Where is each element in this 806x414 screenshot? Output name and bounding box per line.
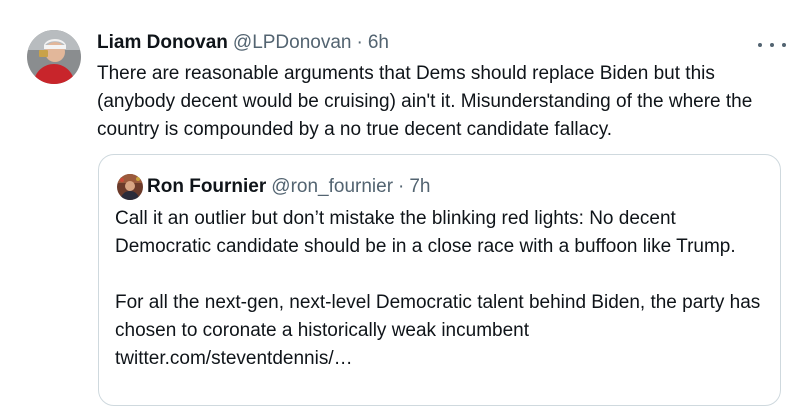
quoted-separator-dot: · [398,176,405,197]
quoted-author-name: Ron Fournier [147,176,267,197]
avatar-image [27,30,81,84]
tweet[interactable]: Liam Donovan @LPDonovan · 6h There are r… [0,0,806,414]
separator-dot: · [356,32,363,53]
tweet-text: There are reasonable arguments that Dems… [97,63,753,140]
quoted-paragraph-1: Call it an outlier but don’t mistake the… [115,208,736,257]
more-horizontal-icon[interactable] [758,38,786,52]
avatar[interactable] [27,30,81,84]
quoted-tweet[interactable]: Ron Fournier @ron_fournier · 7h Call it … [98,154,781,406]
quoted-tweet-text: Call it an outlier but don’t mistake the… [115,205,765,373]
author-handle[interactable]: @LPDonovan [233,32,352,54]
tweet-header: Liam Donovan @LPDonovan · 6h [97,31,389,55]
quoted-avatar-image [117,174,143,200]
timestamp[interactable]: 6h [368,32,389,54]
quoted-paragraph-2: For all the next-gen, next-level Democra… [115,292,761,369]
quoted-avatar[interactable] [117,174,143,200]
quoted-timestamp: 7h [409,176,431,197]
quoted-author-handle: @ron_fournier [271,176,394,197]
quoted-tweet-header: Ron Fournier @ron_fournier · 7h [147,174,431,200]
author-name[interactable]: Liam Donovan [97,32,228,54]
